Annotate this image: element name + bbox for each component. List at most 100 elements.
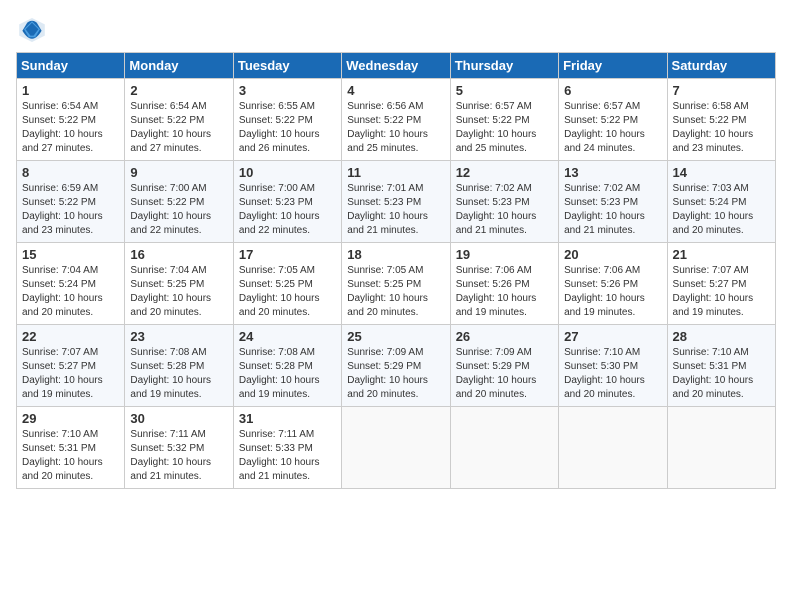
- calendar-day-cell: 27 Sunrise: 7:10 AM Sunset: 5:30 PM Dayl…: [559, 325, 667, 407]
- day-info: Sunrise: 6:57 AM Sunset: 5:22 PM Dayligh…: [564, 100, 661, 156]
- sunrise-label: Sunrise: 7:07 AM: [22, 347, 98, 358]
- sunset-label: Sunset: 5:22 PM: [22, 197, 96, 208]
- sunrise-label: Sunrise: 7:09 AM: [347, 347, 423, 358]
- calendar-day-cell: 25 Sunrise: 7:09 AM Sunset: 5:29 PM Dayl…: [342, 325, 450, 407]
- calendar-day-cell: [450, 407, 558, 489]
- day-info: Sunrise: 7:05 AM Sunset: 5:25 PM Dayligh…: [347, 264, 444, 320]
- daylight-label: Daylight: 10 hours and 22 minutes.: [239, 211, 320, 236]
- sunset-label: Sunset: 5:32 PM: [130, 443, 204, 454]
- sunrise-label: Sunrise: 7:06 AM: [564, 265, 640, 276]
- calendar-week-row: 8 Sunrise: 6:59 AM Sunset: 5:22 PM Dayli…: [17, 161, 776, 243]
- calendar-day-cell: 12 Sunrise: 7:02 AM Sunset: 5:23 PM Dayl…: [450, 161, 558, 243]
- day-of-week-header: Tuesday: [233, 53, 341, 79]
- calendar-table: SundayMondayTuesdayWednesdayThursdayFrid…: [16, 52, 776, 489]
- day-info: Sunrise: 7:11 AM Sunset: 5:33 PM Dayligh…: [239, 428, 336, 484]
- day-number: 3: [239, 83, 336, 98]
- day-number: 30: [130, 411, 227, 426]
- calendar-day-cell: 19 Sunrise: 7:06 AM Sunset: 5:26 PM Dayl…: [450, 243, 558, 325]
- day-number: 26: [456, 329, 553, 344]
- calendar-day-cell: 21 Sunrise: 7:07 AM Sunset: 5:27 PM Dayl…: [667, 243, 775, 325]
- daylight-label: Daylight: 10 hours and 21 minutes.: [239, 457, 320, 482]
- day-info: Sunrise: 6:54 AM Sunset: 5:22 PM Dayligh…: [130, 100, 227, 156]
- sunset-label: Sunset: 5:23 PM: [456, 197, 530, 208]
- daylight-label: Daylight: 10 hours and 21 minutes.: [456, 211, 537, 236]
- calendar-week-row: 1 Sunrise: 6:54 AM Sunset: 5:22 PM Dayli…: [17, 79, 776, 161]
- sunrise-label: Sunrise: 7:08 AM: [239, 347, 315, 358]
- calendar-week-row: 15 Sunrise: 7:04 AM Sunset: 5:24 PM Dayl…: [17, 243, 776, 325]
- sunrise-label: Sunrise: 6:57 AM: [456, 101, 532, 112]
- sunrise-label: Sunrise: 6:59 AM: [22, 183, 98, 194]
- daylight-label: Daylight: 10 hours and 26 minutes.: [239, 129, 320, 154]
- day-number: 24: [239, 329, 336, 344]
- sunset-label: Sunset: 5:22 PM: [239, 115, 313, 126]
- sunset-label: Sunset: 5:30 PM: [564, 361, 638, 372]
- logo-icon: [16, 16, 48, 44]
- sunrise-label: Sunrise: 7:02 AM: [456, 183, 532, 194]
- calendar-day-cell: 8 Sunrise: 6:59 AM Sunset: 5:22 PM Dayli…: [17, 161, 125, 243]
- sunset-label: Sunset: 5:28 PM: [239, 361, 313, 372]
- day-info: Sunrise: 7:11 AM Sunset: 5:32 PM Dayligh…: [130, 428, 227, 484]
- daylight-label: Daylight: 10 hours and 19 minutes.: [130, 375, 211, 400]
- daylight-label: Daylight: 10 hours and 20 minutes.: [130, 293, 211, 318]
- sunset-label: Sunset: 5:24 PM: [22, 279, 96, 290]
- daylight-label: Daylight: 10 hours and 19 minutes.: [239, 375, 320, 400]
- day-number: 20: [564, 247, 661, 262]
- sunset-label: Sunset: 5:29 PM: [456, 361, 530, 372]
- sunrise-label: Sunrise: 7:10 AM: [22, 429, 98, 440]
- day-info: Sunrise: 7:04 AM Sunset: 5:25 PM Dayligh…: [130, 264, 227, 320]
- daylight-label: Daylight: 10 hours and 20 minutes.: [239, 293, 320, 318]
- day-number: 28: [673, 329, 770, 344]
- calendar-day-cell: 2 Sunrise: 6:54 AM Sunset: 5:22 PM Dayli…: [125, 79, 233, 161]
- calendar-day-cell: 15 Sunrise: 7:04 AM Sunset: 5:24 PM Dayl…: [17, 243, 125, 325]
- day-number: 23: [130, 329, 227, 344]
- day-info: Sunrise: 7:02 AM Sunset: 5:23 PM Dayligh…: [456, 182, 553, 238]
- sunset-label: Sunset: 5:23 PM: [347, 197, 421, 208]
- daylight-label: Daylight: 10 hours and 20 minutes.: [564, 375, 645, 400]
- daylight-label: Daylight: 10 hours and 27 minutes.: [22, 129, 103, 154]
- day-number: 21: [673, 247, 770, 262]
- day-info: Sunrise: 7:09 AM Sunset: 5:29 PM Dayligh…: [456, 346, 553, 402]
- calendar-day-cell: 20 Sunrise: 7:06 AM Sunset: 5:26 PM Dayl…: [559, 243, 667, 325]
- day-info: Sunrise: 6:54 AM Sunset: 5:22 PM Dayligh…: [22, 100, 119, 156]
- sunset-label: Sunset: 5:22 PM: [564, 115, 638, 126]
- calendar-day-cell: 3 Sunrise: 6:55 AM Sunset: 5:22 PM Dayli…: [233, 79, 341, 161]
- sunset-label: Sunset: 5:23 PM: [564, 197, 638, 208]
- day-info: Sunrise: 7:01 AM Sunset: 5:23 PM Dayligh…: [347, 182, 444, 238]
- calendar-day-cell: 5 Sunrise: 6:57 AM Sunset: 5:22 PM Dayli…: [450, 79, 558, 161]
- calendar-day-cell: 14 Sunrise: 7:03 AM Sunset: 5:24 PM Dayl…: [667, 161, 775, 243]
- sunset-label: Sunset: 5:22 PM: [130, 115, 204, 126]
- daylight-label: Daylight: 10 hours and 20 minutes.: [22, 293, 103, 318]
- daylight-label: Daylight: 10 hours and 22 minutes.: [130, 211, 211, 236]
- day-number: 27: [564, 329, 661, 344]
- daylight-label: Daylight: 10 hours and 21 minutes.: [347, 211, 428, 236]
- day-number: 13: [564, 165, 661, 180]
- day-number: 29: [22, 411, 119, 426]
- calendar-day-cell: 10 Sunrise: 7:00 AM Sunset: 5:23 PM Dayl…: [233, 161, 341, 243]
- daylight-label: Daylight: 10 hours and 19 minutes.: [564, 293, 645, 318]
- sunset-label: Sunset: 5:27 PM: [22, 361, 96, 372]
- day-info: Sunrise: 6:59 AM Sunset: 5:22 PM Dayligh…: [22, 182, 119, 238]
- day-of-week-header: Saturday: [667, 53, 775, 79]
- day-info: Sunrise: 7:10 AM Sunset: 5:31 PM Dayligh…: [673, 346, 770, 402]
- sunrise-label: Sunrise: 6:54 AM: [130, 101, 206, 112]
- daylight-label: Daylight: 10 hours and 24 minutes.: [564, 129, 645, 154]
- day-info: Sunrise: 6:57 AM Sunset: 5:22 PM Dayligh…: [456, 100, 553, 156]
- calendar-day-cell: 23 Sunrise: 7:08 AM Sunset: 5:28 PM Dayl…: [125, 325, 233, 407]
- day-number: 12: [456, 165, 553, 180]
- daylight-label: Daylight: 10 hours and 19 minutes.: [673, 293, 754, 318]
- sunrise-label: Sunrise: 7:05 AM: [239, 265, 315, 276]
- day-of-week-header: Wednesday: [342, 53, 450, 79]
- day-info: Sunrise: 7:00 AM Sunset: 5:22 PM Dayligh…: [130, 182, 227, 238]
- day-number: 17: [239, 247, 336, 262]
- sunset-label: Sunset: 5:26 PM: [456, 279, 530, 290]
- sunrise-label: Sunrise: 6:54 AM: [22, 101, 98, 112]
- day-of-week-header: Friday: [559, 53, 667, 79]
- calendar-day-cell: [667, 407, 775, 489]
- sunrise-label: Sunrise: 7:04 AM: [22, 265, 98, 276]
- sunrise-label: Sunrise: 7:06 AM: [456, 265, 532, 276]
- sunrise-label: Sunrise: 7:11 AM: [130, 429, 205, 440]
- sunset-label: Sunset: 5:25 PM: [347, 279, 421, 290]
- calendar-day-cell: 6 Sunrise: 6:57 AM Sunset: 5:22 PM Dayli…: [559, 79, 667, 161]
- day-number: 10: [239, 165, 336, 180]
- sunrise-label: Sunrise: 7:11 AM: [239, 429, 314, 440]
